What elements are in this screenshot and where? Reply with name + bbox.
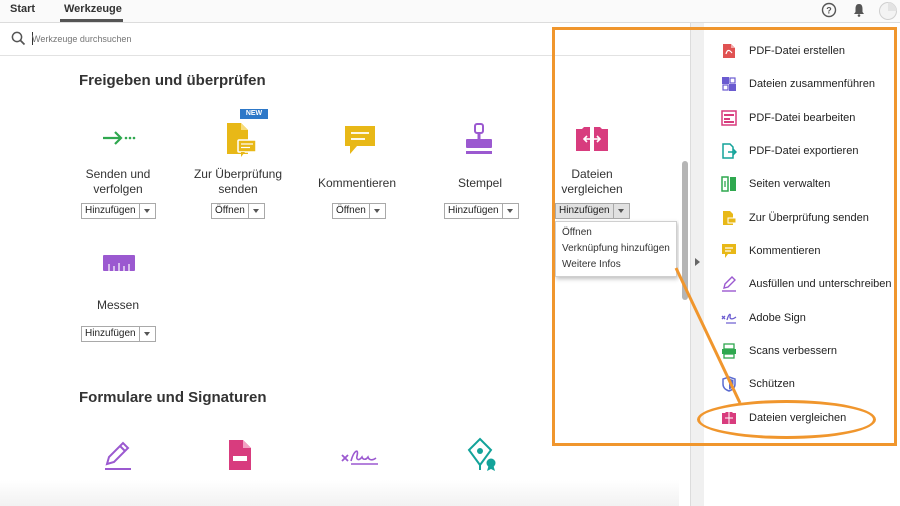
fill-sign-icon[interactable] bbox=[101, 438, 135, 472]
chevron-down-icon[interactable] bbox=[501, 204, 518, 218]
search-icon bbox=[11, 31, 26, 46]
prepare-form-icon[interactable] bbox=[226, 438, 254, 472]
tool-label-send-track: Senden und verfolgen bbox=[85, 167, 151, 196]
send-for-review-open-button[interactable]: Öffnen bbox=[211, 203, 265, 219]
bell-icon[interactable] bbox=[851, 2, 867, 18]
section-title-forms-signatures: Formulare und Signaturen bbox=[79, 389, 267, 406]
tool-label-send-for-review: Zur Überprüfung senden bbox=[193, 167, 283, 196]
measure-icon[interactable] bbox=[101, 253, 137, 273]
measure-add-button[interactable]: Hinzufügen bbox=[81, 326, 156, 342]
tab-werkzeuge[interactable]: Werkzeuge bbox=[64, 3, 122, 15]
highlight-rectangle bbox=[552, 27, 897, 446]
highlight-ellipse bbox=[697, 400, 876, 439]
svg-text:?: ? bbox=[826, 6, 832, 16]
comment-open-button[interactable]: Öffnen bbox=[332, 203, 386, 219]
send-track-icon[interactable] bbox=[101, 128, 137, 148]
tool-label-comment: Kommentieren bbox=[317, 176, 397, 190]
tool-label-stamp: Stempel bbox=[457, 176, 503, 190]
bottom-fade bbox=[0, 480, 690, 506]
send-track-add-button[interactable]: Hinzufügen bbox=[81, 203, 156, 219]
stamp-icon[interactable] bbox=[462, 122, 496, 158]
certificates-icon[interactable] bbox=[462, 436, 498, 472]
chevron-down-icon[interactable] bbox=[247, 204, 264, 218]
comment-icon[interactable] bbox=[343, 124, 377, 156]
active-tab-indicator bbox=[60, 19, 123, 22]
tool-search-input[interactable] bbox=[32, 30, 532, 48]
section-title-share-review: Freigeben und überprüfen bbox=[79, 72, 266, 89]
stamp-add-button[interactable]: Hinzufügen bbox=[444, 203, 519, 219]
new-badge: NEW bbox=[240, 109, 268, 119]
adobe-sign-icon[interactable] bbox=[340, 446, 380, 466]
send-for-review-icon[interactable] bbox=[224, 121, 258, 159]
tab-start[interactable]: Start bbox=[10, 3, 35, 15]
chevron-down-icon[interactable] bbox=[138, 204, 155, 218]
help-icon[interactable]: ? bbox=[821, 2, 837, 18]
chevron-down-icon[interactable] bbox=[138, 327, 155, 341]
chevron-down-icon[interactable] bbox=[368, 204, 385, 218]
top-bar: Start Werkzeuge ? bbox=[0, 0, 900, 23]
user-avatar-icon[interactable] bbox=[878, 1, 898, 21]
tool-label-measure: Messen bbox=[96, 298, 140, 312]
